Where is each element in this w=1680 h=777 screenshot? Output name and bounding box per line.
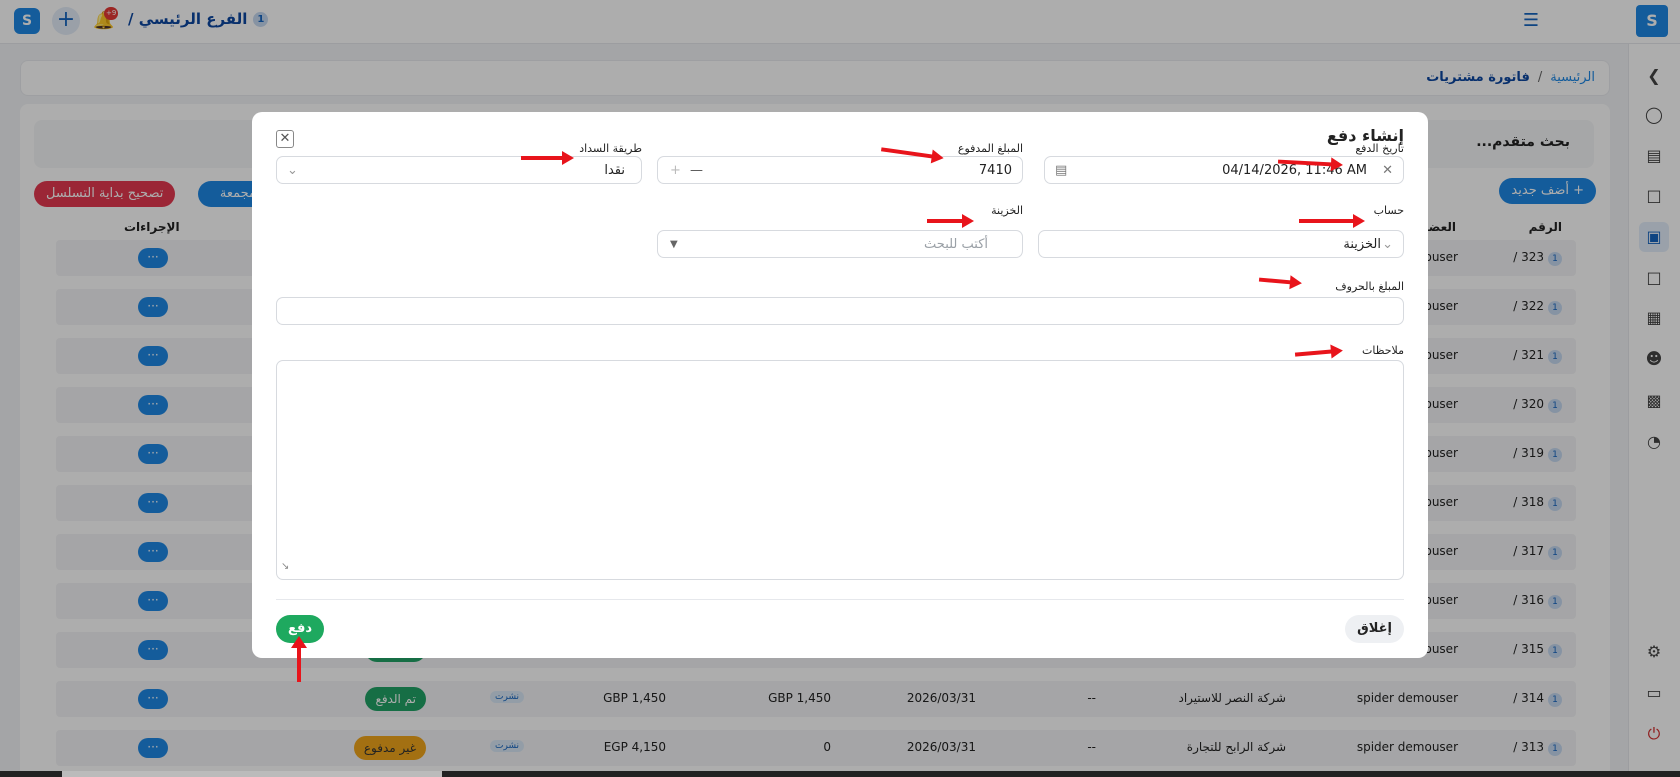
increment-icon[interactable]: +: [670, 163, 681, 178]
clear-icon[interactable]: ✕: [1382, 163, 1393, 178]
treasury-label: الخزينة: [991, 204, 1023, 217]
amount-words-input[interactable]: [276, 297, 1404, 325]
paid-amount-label: المبلغ المدفوع: [957, 142, 1023, 155]
close-button[interactable]: إغلاق: [1345, 615, 1404, 643]
notes-textarea[interactable]: ↘: [276, 360, 1404, 580]
payment-date-label: تاريخ الدفع: [1355, 142, 1404, 155]
treasury-placeholder: أكتب للبحث: [924, 237, 988, 252]
payment-method-label: طريقة السداد: [579, 142, 642, 155]
notes-label: ملاحظات: [1362, 344, 1404, 357]
annotation-arrow-account: [1299, 214, 1365, 228]
payment-method-select[interactable]: ⌄ نقدا: [276, 156, 642, 184]
create-payment-modal: إنشاء دفع ✕ تاريخ الدفع 04/14/2026, 11:4…: [252, 112, 1428, 658]
close-icon[interactable]: ✕: [276, 130, 294, 148]
decrement-icon[interactable]: —: [690, 163, 703, 178]
chevron-down-icon: ⌄: [1382, 237, 1393, 252]
annotation-arrow-pay: [291, 636, 307, 682]
treasury-select[interactable]: أكتب للبحث ▼: [657, 230, 1023, 258]
resize-handle-icon[interactable]: ↘: [281, 561, 289, 572]
payment-date-field[interactable]: 04/14/2026, 11:46 AM ▤ ✕: [1044, 156, 1404, 184]
amount-words-label: المبلغ بالحروف: [1335, 280, 1404, 293]
paid-amount-input[interactable]: 7410 + —: [657, 156, 1023, 184]
chevron-down-icon: ⌄: [287, 163, 298, 178]
calendar-icon[interactable]: ▤: [1055, 163, 1067, 178]
caret-down-icon[interactable]: ▼: [670, 239, 678, 250]
account-value: الخزينة: [1343, 237, 1381, 252]
modal-divider: [276, 599, 1404, 600]
payment-date-value: 04/14/2026, 11:46 AM: [1222, 163, 1367, 178]
taskbar-strip: [0, 771, 1680, 777]
annotation-arrow-treasury: [927, 214, 974, 228]
paid-amount-value: 7410: [978, 163, 1012, 178]
scrollbar-thumb[interactable]: [62, 771, 442, 777]
account-select[interactable]: ⌄ الخزينة: [1038, 230, 1404, 258]
payment-method-value: نقدا: [604, 163, 625, 178]
annotation-arrow-payment-method: [521, 151, 574, 165]
account-label: حساب: [1373, 204, 1404, 217]
